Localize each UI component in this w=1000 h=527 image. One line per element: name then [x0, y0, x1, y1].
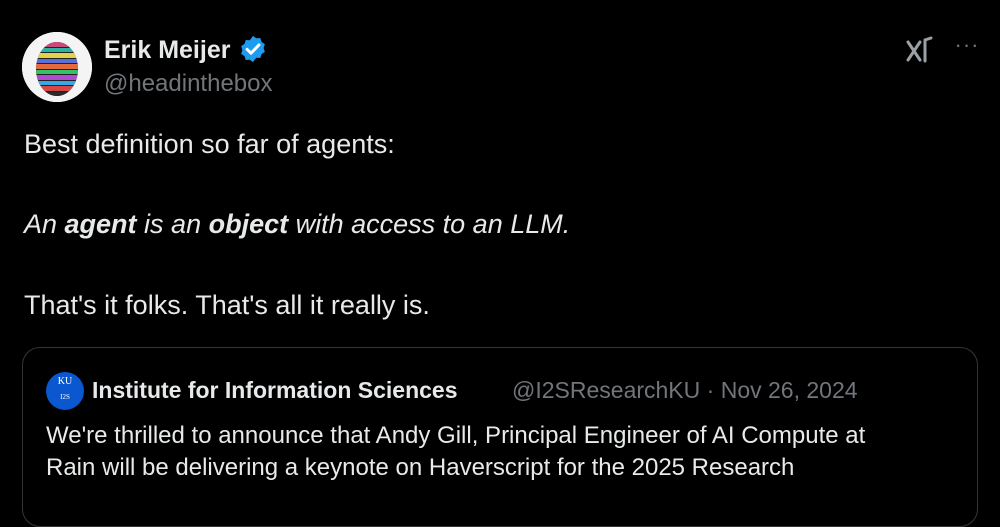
- post-text-line-3: That's it folks. That's all it really is…: [24, 290, 430, 320]
- meta-separator: ·: [700, 377, 721, 403]
- quoted-text-line-1: We're thrilled to announce that Andy Gil…: [46, 422, 866, 449]
- avatar-text-ku: KU: [57, 376, 73, 387]
- more-options-icon[interactable]: ···: [950, 30, 984, 60]
- emphasis-object: object: [208, 209, 289, 239]
- author-handle[interactable]: @headinthebox: [104, 70, 273, 98]
- quoted-author-avatar[interactable]: KU I2S: [46, 372, 84, 410]
- quoted-meta: @I2SResearchKU · Nov 26, 2024: [512, 377, 858, 403]
- quoted-author-handle[interactable]: @I2SResearchKU: [512, 377, 700, 403]
- emphasis-agent: agent: [64, 209, 137, 239]
- grok-icon[interactable]: [904, 36, 934, 66]
- author-avatar[interactable]: [22, 32, 92, 102]
- egg-avatar-icon: [22, 32, 92, 102]
- author-name[interactable]: Erik Meijer: [104, 36, 230, 64]
- post-text-line-2: An agent is an object with access to an …: [24, 209, 571, 239]
- quoted-author-name[interactable]: Institute for Information Sciences: [92, 377, 458, 403]
- quoted-date[interactable]: Nov 26, 2024: [721, 377, 858, 403]
- verified-badge-icon: [241, 35, 265, 63]
- post-text-line-1: Best definition so far of agents:: [24, 129, 395, 159]
- quoted-text-line-2: Rain will be delivering a keynote on Hav…: [46, 454, 795, 481]
- avatar-text-i2s: I2S: [60, 393, 70, 401]
